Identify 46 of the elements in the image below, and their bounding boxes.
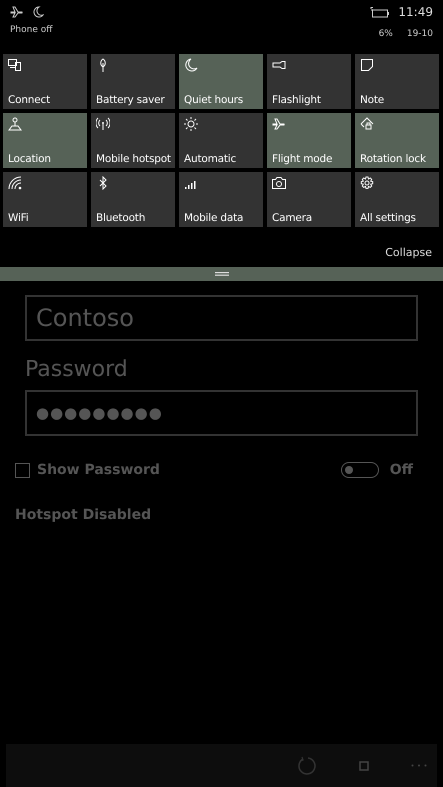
airplane-icon xyxy=(272,117,286,131)
drag-handle-bar[interactable] xyxy=(0,267,443,281)
collapse-button[interactable]: Collapse xyxy=(385,246,432,259)
quick-action-tile[interactable]: Flashlight xyxy=(267,54,351,109)
note-icon xyxy=(360,58,374,72)
sun-icon xyxy=(184,117,198,131)
toggle-label: Off xyxy=(390,462,413,478)
quick-action-tile[interactable]: Bluetooth xyxy=(91,172,175,227)
quick-action-tile[interactable]: Battery saver xyxy=(91,54,175,109)
broadcast-icon xyxy=(96,117,110,131)
field-label: Password xyxy=(25,357,129,382)
quick-action-tile[interactable]: All settings xyxy=(355,172,439,227)
checkbox[interactable] xyxy=(15,462,30,478)
quick-action-tile[interactable]: Note xyxy=(355,54,439,109)
quick-action-tile[interactable]: Automatic xyxy=(179,113,263,168)
checkbox-label: Show Password xyxy=(37,462,160,478)
hotspot-status: Hotspot Disabled xyxy=(15,507,152,523)
refresh-icon[interactable] xyxy=(297,756,317,776)
quick-action-tile[interactable]: Mobile hotspot xyxy=(91,113,175,168)
quick-action-tile[interactable]: WiFi xyxy=(3,172,87,227)
stop-icon[interactable] xyxy=(359,760,369,770)
quick-action-tile[interactable]: Rotation lock xyxy=(355,113,439,168)
quick-action-tile[interactable]: Mobile data xyxy=(179,172,263,227)
rotation-lock-icon xyxy=(360,117,374,131)
moon-icon xyxy=(184,58,198,72)
gear-icon xyxy=(360,176,374,190)
date-text: 19-10 xyxy=(406,29,433,39)
quick-action-tile[interactable]: Quiet hours xyxy=(179,54,263,109)
quick-action-tile[interactable]: Location xyxy=(3,113,87,168)
airplane-icon xyxy=(10,6,25,18)
grip-icon xyxy=(214,272,228,276)
wifi-icon xyxy=(8,176,22,190)
flashlight-icon xyxy=(272,58,286,72)
camera-icon xyxy=(272,176,286,190)
toggle-switch[interactable] xyxy=(340,462,379,478)
quick-action-tile[interactable]: Camera xyxy=(267,172,351,227)
moon-icon xyxy=(33,6,44,18)
battery-percent: 6% xyxy=(378,29,393,39)
quick-action-tile[interactable]: Flight mode xyxy=(267,113,351,168)
status-text: Phone off xyxy=(10,25,52,35)
devices-icon xyxy=(8,58,22,72)
clock-time: 11:49 xyxy=(398,5,433,19)
battery-icon xyxy=(368,6,390,18)
quick-action-tile[interactable]: Connect xyxy=(3,54,87,109)
map-pin-icon xyxy=(8,117,22,131)
more-icon[interactable] xyxy=(411,764,427,767)
